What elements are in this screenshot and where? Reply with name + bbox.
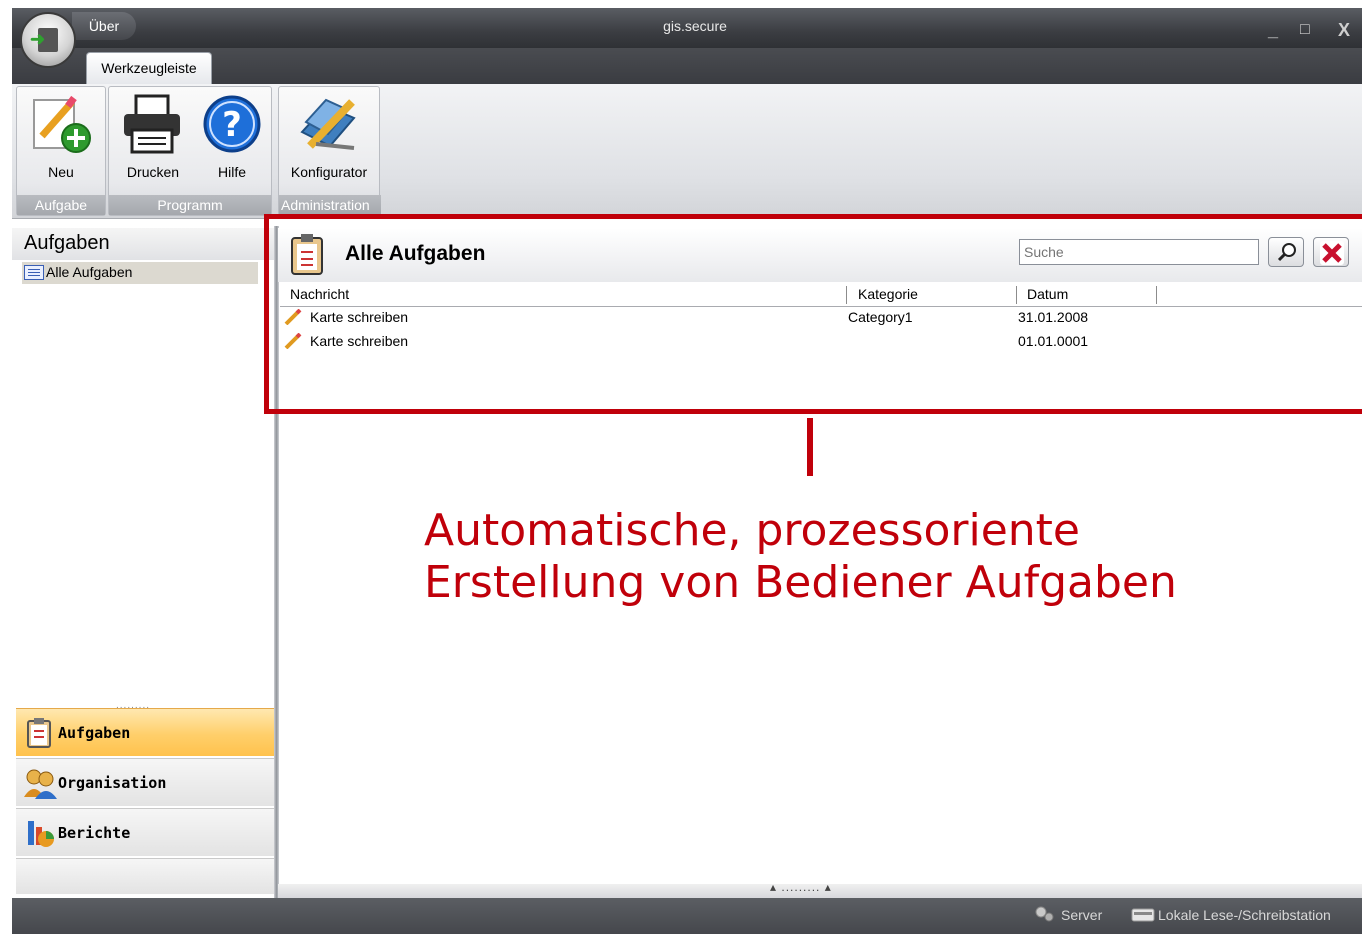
nav-overflow <box>16 858 274 894</box>
nav-organisation-label: Organisation <box>58 774 167 792</box>
new-button[interactable]: Neu <box>20 88 102 192</box>
print-button[interactable]: Drucken <box>114 88 192 192</box>
maximize-button[interactable]: □ <box>1300 20 1310 40</box>
callout-line <box>807 418 813 476</box>
print-button-label: Drucken <box>126 164 180 180</box>
callout-line-1: Automatische, prozessoriente <box>424 505 1081 556</box>
printer-icon <box>124 94 180 154</box>
callout-text: Automatische, prozessoriente Erstellung … <box>424 505 1344 609</box>
configurator-button[interactable]: Konfigurator <box>282 88 376 192</box>
configurator-icon <box>300 98 356 150</box>
group-label: Aufgabe <box>17 195 105 215</box>
nav-berichte-label: Berichte <box>58 824 131 842</box>
group-label: Programm <box>109 195 271 215</box>
chart-icon <box>28 821 54 847</box>
ribbon-tab-strip <box>12 48 1362 84</box>
help-icon: ? <box>203 95 261 153</box>
detail-splitter-grip[interactable]: ▴ ......... ▴ <box>770 880 832 894</box>
configurator-button-label: Konfigurator <box>290 164 368 180</box>
highlight-frame <box>264 214 1362 414</box>
new-task-icon <box>33 95 91 153</box>
tab-werkzeugleiste[interactable]: Werkzeugleiste <box>86 52 212 84</box>
people-icon <box>24 769 57 799</box>
sidebar-title: Aufgaben <box>24 232 110 254</box>
minimize-button[interactable]: _ <box>1268 20 1278 40</box>
application-button[interactable]: ➜ <box>20 12 76 68</box>
help-button[interactable]: ? Hilfe <box>196 88 268 192</box>
help-button-label: Hilfe <box>217 164 246 180</box>
close-window-button[interactable]: X <box>1338 20 1350 40</box>
status-server: Server <box>1061 907 1103 923</box>
clipboard-icon <box>27 718 51 748</box>
nav-aufgaben[interactable]: Aufgaben <box>16 708 274 756</box>
server-icon <box>1035 906 1054 922</box>
status-reader: Lokale Lese-/Schreibstation <box>1158 907 1331 923</box>
card-reader-icon <box>1131 908 1155 922</box>
nav-berichte[interactable]: Berichte <box>16 808 274 856</box>
list-icon <box>24 265 44 280</box>
nav-organisation[interactable]: Organisation <box>16 758 274 806</box>
group-label: Administration <box>279 195 381 215</box>
nav-aufgaben-label: Aufgaben <box>58 724 131 742</box>
callout-line-2: Erstellung von Bediener Aufgaben <box>424 557 1177 608</box>
window-title: gis.secure <box>663 18 727 34</box>
exit-arrow-icon: ➜ <box>30 29 46 49</box>
menu-ueber[interactable]: Über <box>72 12 136 40</box>
svg-text:?: ? <box>222 105 242 145</box>
tree-item-label: Alle Aufgaben <box>46 264 133 280</box>
new-button-label: Neu <box>48 164 74 180</box>
